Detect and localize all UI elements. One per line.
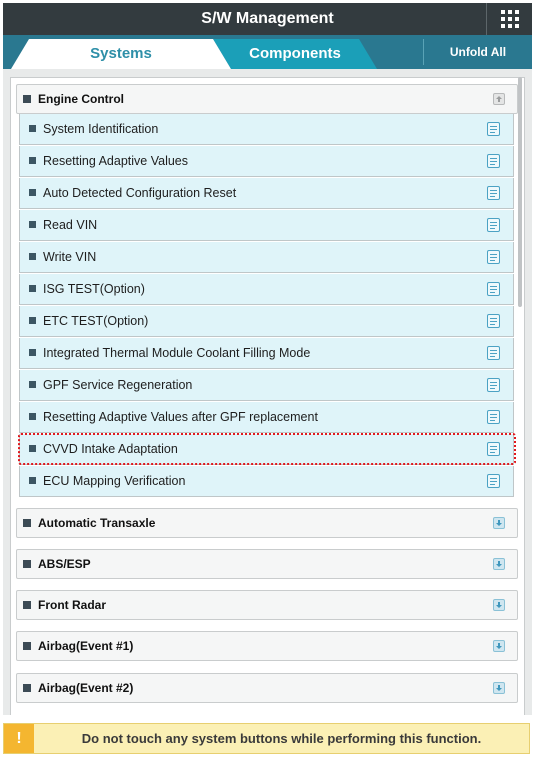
group-engine-control[interactable]: Engine Control: [16, 84, 518, 114]
list-item[interactable]: Resetting Adaptive Values: [19, 146, 514, 177]
expand-icon[interactable]: [493, 682, 505, 694]
list-item[interactable]: System Identification: [19, 114, 514, 145]
document-icon[interactable]: [487, 282, 500, 296]
bullet-icon: [29, 189, 36, 196]
collapse-icon[interactable]: [493, 93, 505, 105]
bullet-icon: [29, 157, 36, 164]
item-label: CVVD Intake Adaptation: [43, 442, 178, 456]
item-label: ETC TEST(Option): [43, 314, 149, 328]
bullet-icon: [23, 601, 31, 609]
list-item[interactable]: Auto Detected Configuration Reset: [19, 178, 514, 209]
bullet-icon: [29, 317, 36, 324]
document-icon[interactable]: [487, 378, 500, 392]
system-list-area: Engine Control System Identification Res…: [3, 69, 532, 715]
bullet-icon: [29, 285, 36, 292]
expand-icon[interactable]: [493, 640, 505, 652]
item-label: Resetting Adaptive Values: [43, 154, 189, 168]
item-label: Resetting Adaptive Values after GPF repl…: [43, 410, 318, 424]
group-label: ABS/ESP: [38, 557, 91, 571]
group-label: Automatic Transaxle: [38, 516, 156, 530]
document-icon[interactable]: [487, 314, 500, 328]
bullet-icon: [23, 684, 31, 692]
item-label: ISG TEST(Option): [43, 282, 145, 296]
document-icon[interactable]: [487, 410, 500, 424]
tab-bar: Components Systems Unfold All: [3, 35, 532, 69]
warning-text: Do not touch any system buttons while pe…: [81, 731, 482, 746]
bullet-icon: [29, 413, 36, 420]
group-airbag-event-1[interactable]: Airbag(Event #1): [16, 631, 518, 661]
item-label: Auto Detected Configuration Reset: [43, 186, 237, 200]
list-item[interactable]: Write VIN: [19, 242, 514, 273]
list-item[interactable]: ISG TEST(Option): [19, 274, 514, 305]
document-icon[interactable]: [487, 474, 500, 488]
list-item[interactable]: Integrated Thermal Module Coolant Fillin…: [19, 338, 514, 369]
expand-icon[interactable]: [493, 558, 505, 570]
page-title: S/W Management: [201, 10, 334, 27]
document-icon[interactable]: [487, 346, 500, 360]
document-icon[interactable]: [487, 442, 500, 456]
app-header: S/W Management: [3, 3, 532, 35]
list-item[interactable]: Read VIN: [19, 210, 514, 241]
expand-icon[interactable]: [493, 517, 505, 529]
item-label: ECU Mapping Verification: [43, 474, 186, 488]
document-icon[interactable]: [487, 186, 500, 200]
group-label: Airbag(Event #2): [38, 681, 134, 695]
grid-menu-icon: [501, 10, 519, 28]
item-label: Read VIN: [43, 218, 98, 232]
bullet-icon: [23, 642, 31, 650]
list-item[interactable]: Resetting Adaptive Values after GPF repl…: [19, 402, 514, 433]
tab-systems[interactable]: Systems: [11, 39, 231, 69]
list-item-cvvd-intake-adaptation[interactable]: CVVD Intake Adaptation: [19, 434, 514, 465]
group-front-radar[interactable]: Front Radar: [16, 590, 518, 620]
scrollbar[interactable]: [518, 77, 522, 307]
item-label: GPF Service Regeneration: [43, 378, 193, 392]
bullet-icon: [23, 560, 31, 568]
group-label: Engine Control: [38, 92, 124, 106]
list-item[interactable]: ECU Mapping Verification: [19, 466, 514, 497]
bullet-icon: [29, 445, 36, 452]
group-label: Front Radar: [38, 598, 107, 612]
group-label: Airbag(Event #1): [38, 639, 134, 653]
bullet-icon: [29, 125, 36, 132]
bullet-icon: [29, 253, 36, 260]
warning-icon: !: [4, 724, 34, 753]
list-item[interactable]: GPF Service Regeneration: [19, 370, 514, 401]
tab-components[interactable]: Components: [213, 39, 377, 69]
document-icon[interactable]: [487, 154, 500, 168]
list-item[interactable]: ETC TEST(Option): [19, 306, 514, 337]
item-label: System Identification: [43, 122, 159, 136]
item-label: Integrated Thermal Module Coolant Fillin…: [43, 346, 311, 360]
expand-icon[interactable]: [493, 599, 505, 611]
bullet-icon: [23, 519, 31, 527]
document-icon[interactable]: [487, 122, 500, 136]
item-label: Write VIN: [43, 250, 97, 264]
grid-menu-button[interactable]: [486, 3, 532, 35]
bullet-icon: [29, 477, 36, 484]
group-automatic-transaxle[interactable]: Automatic Transaxle: [16, 508, 518, 538]
bullet-icon: [29, 381, 36, 388]
bullet-icon: [29, 349, 36, 356]
document-icon[interactable]: [487, 218, 500, 232]
bullet-icon: [23, 95, 31, 103]
document-icon[interactable]: [487, 250, 500, 264]
group-airbag-event-2[interactable]: Airbag(Event #2): [16, 673, 518, 703]
bullet-icon: [29, 221, 36, 228]
warning-banner: ! Do not touch any system buttons while …: [3, 723, 530, 754]
unfold-all-button[interactable]: Unfold All: [423, 39, 532, 65]
group-abs-esp[interactable]: ABS/ESP: [16, 549, 518, 579]
